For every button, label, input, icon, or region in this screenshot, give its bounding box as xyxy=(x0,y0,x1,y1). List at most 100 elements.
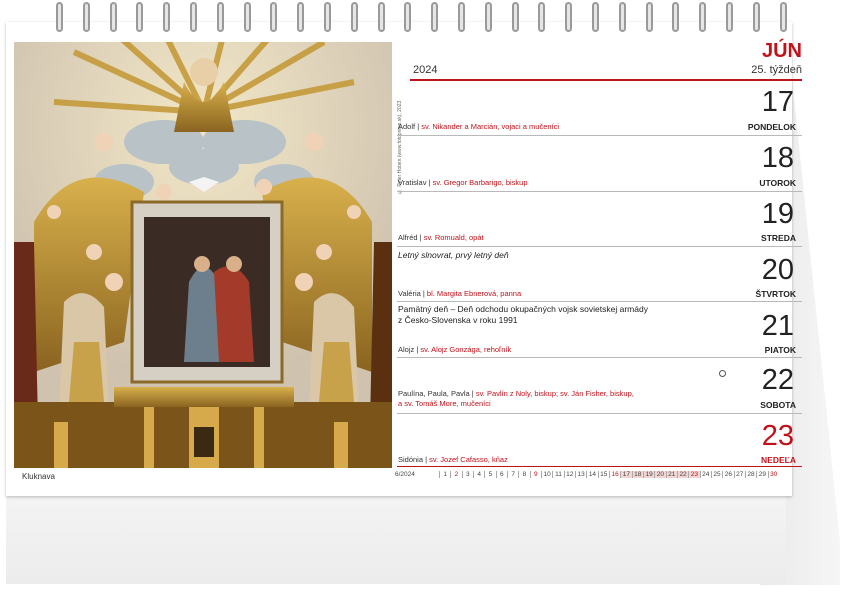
mini-calendar-day: 12 xyxy=(563,470,575,478)
mini-calendar-day: 24 xyxy=(699,470,711,478)
mini-calendar-day: 17 xyxy=(620,470,632,478)
week-label: 25. týždeň xyxy=(751,64,802,76)
day-row-18: 18 UTOROK Vratislav | sv. Gregor Barbari… xyxy=(395,136,802,192)
name-day-line: Valéria | bl. Margita Ebnerová, panna xyxy=(398,289,522,298)
saint-of-day: sv. Alojz Gonzága, rehoľník xyxy=(420,345,512,354)
day-divider xyxy=(397,465,802,467)
day-name: STREDA xyxy=(761,233,796,243)
mini-calendar-day: 6 xyxy=(495,470,507,478)
day-name: PONDELOK xyxy=(747,122,796,132)
binding-ring xyxy=(592,2,599,32)
binding-ring xyxy=(324,2,331,32)
mini-calendar-day: 11 xyxy=(552,470,563,478)
mini-calendar-day: 28 xyxy=(744,470,756,478)
binding-ring xyxy=(484,2,492,32)
altar-illustration xyxy=(14,42,392,468)
name-day-names: Sidónia xyxy=(398,455,424,464)
binding-ring xyxy=(82,2,90,32)
binding-ring xyxy=(404,2,412,32)
mini-calendar-day: 4 xyxy=(472,470,484,478)
day-number: 23 xyxy=(761,420,794,452)
spiral-binding xyxy=(56,0,816,36)
binding-ring xyxy=(458,2,465,32)
mini-calendar-day: 8 xyxy=(518,470,529,478)
altar-photo xyxy=(14,42,392,468)
binding-ring xyxy=(136,2,144,32)
name-day-line: Paulína, Paula, Pavla | sv. Pavlín z Nol… xyxy=(398,389,634,408)
day-note: Pamätný deň – Deň odchodu okupačných voj… xyxy=(398,304,648,327)
binding-ring xyxy=(431,2,439,32)
binding-ring xyxy=(190,2,197,32)
day-name: SOBOTA xyxy=(760,400,796,410)
mini-calendar-day: 15 xyxy=(597,470,609,478)
day-name: NEDEĽA xyxy=(761,455,796,465)
mini-calendar-day: 30 xyxy=(767,470,779,478)
binding-ring xyxy=(618,2,626,32)
mini-calendar-day: 18 xyxy=(631,470,643,478)
day-number: 18 xyxy=(761,142,794,174)
day-note: Letný slnovrat, prvý letný deň xyxy=(398,250,509,260)
mini-calendar-days: 1 2 3 4 5 6 7 8 9 10 11 12 13 14 15 16 17 18 19 20 21 22 23 24 2… xyxy=(439,470,779,478)
day-row-21: Pamätný deň – Deň odchodu okupačných voj… xyxy=(395,302,802,358)
mini-calendar-day: 25 xyxy=(710,470,722,478)
name-day-names: Paulína, Paula, Pavla xyxy=(398,389,470,398)
mini-calendar-day: 1 xyxy=(439,470,450,478)
binding-ring xyxy=(377,2,385,32)
name-day-line: Alojz | sv. Alojz Gonzága, rehoľník xyxy=(398,345,512,354)
mini-calendar-day: 10 xyxy=(540,470,552,478)
binding-ring xyxy=(645,2,653,32)
mini-calendar-day: 29 xyxy=(756,470,767,478)
binding-ring xyxy=(779,2,787,32)
binding-ring xyxy=(270,2,278,32)
saint-of-day-continued: a sv. Tomáš More, mučeníci xyxy=(398,398,491,408)
day-note-line: Pamätný deň – Deň odchodu okupačných voj… xyxy=(398,304,648,314)
mini-calendar-day: 27 xyxy=(733,470,745,478)
day-row-19: 19 STREDA Alfréd | sv. Romuald, opát xyxy=(395,192,802,247)
mini-calendar-day: 9 xyxy=(529,470,541,478)
year-label: 2024 xyxy=(413,64,438,76)
name-day-names: Vratislav xyxy=(398,178,427,187)
name-day-names: Adolf xyxy=(398,122,416,131)
mini-calendar-day: 21 xyxy=(665,470,677,478)
mini-calendar-day: 3 xyxy=(461,470,473,478)
saint-of-day: sv. Pavlín z Noly, biskup; sv. Ján Fishe… xyxy=(475,389,634,398)
mini-calendar-day: 22 xyxy=(676,470,689,478)
binding-ring xyxy=(752,2,760,32)
mini-calendar-label: 6/2024 xyxy=(395,470,415,478)
mini-calendar-day: 19 xyxy=(642,470,655,478)
saint-of-day: bl. Margita Ebnerová, panna xyxy=(426,289,522,298)
desk-calendar: © Peter Hoben (www.fotoprees.sk), 2023 K… xyxy=(0,0,845,600)
binding-ring xyxy=(565,2,573,32)
name-day-line: Sidónia | sv. Jozef Cafasso, kňaz xyxy=(398,455,508,464)
name-day-line: Vratislav | sv. Gregor Barbarigo, biskup xyxy=(398,178,528,187)
binding-ring xyxy=(297,2,305,32)
photo-caption: Kluknava xyxy=(22,472,55,481)
saint-of-day: sv. Gregor Barbarigo, biskup xyxy=(432,178,528,187)
saint-of-day: sv. Jozef Cafasso, kňaz xyxy=(429,455,508,464)
day-number: 21 xyxy=(761,310,794,342)
day-row-20: Letný slnovrat, prvý letný deň 20 ŠTVRTO… xyxy=(395,247,802,302)
binding-ring xyxy=(699,2,707,32)
day-number: 19 xyxy=(761,198,794,230)
mini-calendar-day: 5 xyxy=(484,470,495,478)
day-number: 20 xyxy=(761,254,794,286)
name-day-names: Alojz xyxy=(398,345,415,354)
name-day-line: Adolf | sv. Nikander a Marcián, vojaci a… xyxy=(398,122,560,131)
day-number: 17 xyxy=(761,86,794,118)
mini-month-calendar: 6/2024 1 2 3 4 5 6 7 8 9 10 11 12 13 14 15 16 17 18 19 20 21… xyxy=(391,468,779,480)
binding-ring xyxy=(163,2,171,32)
name-day-names: Valéria xyxy=(398,289,421,298)
binding-ring xyxy=(350,2,358,32)
mini-calendar-day: 23 xyxy=(688,470,700,478)
day-number: 22 xyxy=(761,364,794,396)
day-row-22: 22 SOBOTA Paulína, Paula, Pavla | sv. Pa… xyxy=(395,358,802,414)
mini-calendar-day: 20 xyxy=(654,470,666,478)
binding-ring xyxy=(216,2,224,32)
binding-ring xyxy=(243,2,251,32)
name-day-names: Alfréd xyxy=(398,233,418,242)
binding-ring xyxy=(726,2,733,32)
binding-ring xyxy=(56,2,63,32)
mini-calendar-day: 2 xyxy=(450,470,461,478)
mini-calendar-day: 14 xyxy=(586,470,597,478)
mini-calendar-day: 16 xyxy=(608,470,620,478)
